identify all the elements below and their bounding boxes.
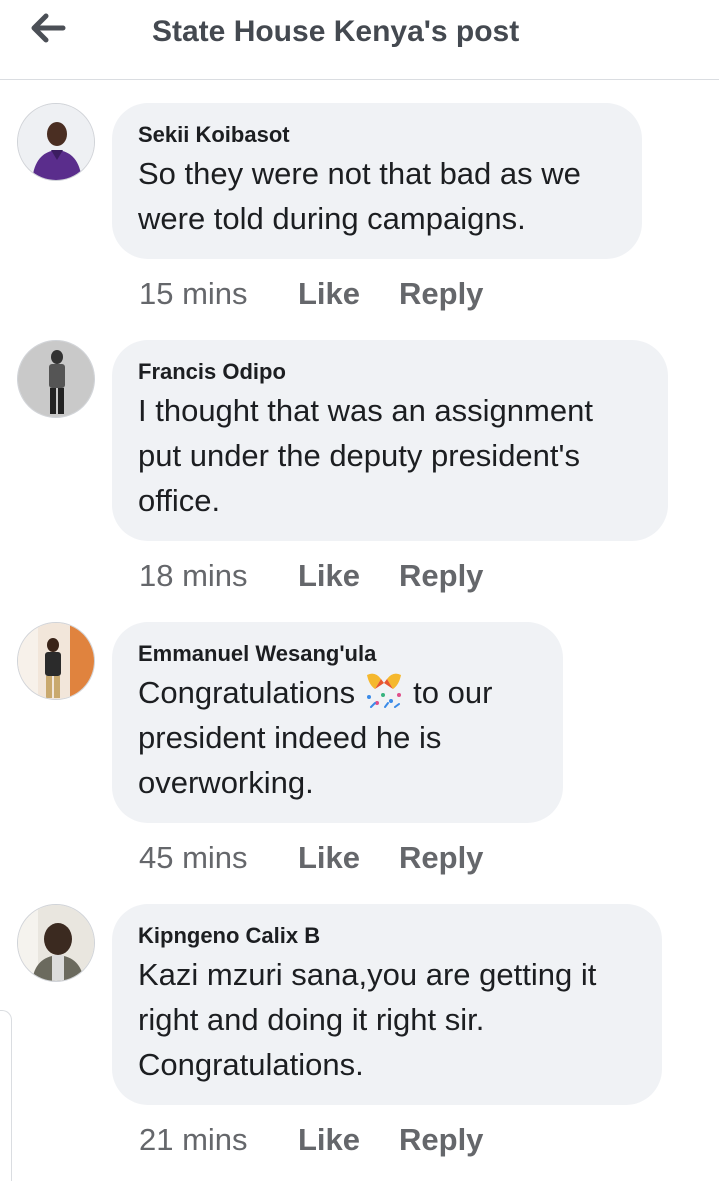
- comment-actions: 45 mins Like Reply: [139, 838, 483, 878]
- comment-actions: 21 mins Like Reply: [139, 1120, 483, 1160]
- comment-text-line: right and doing it right sir.: [138, 1002, 485, 1037]
- comment-text: Congratulations to our president indeed …: [138, 670, 537, 805]
- reply-button[interactable]: Reply: [399, 1120, 483, 1160]
- comment-bubble: Francis Odipo I thought that was an assi…: [112, 340, 668, 541]
- comment-text-line: So they were not that bad as we: [138, 156, 581, 191]
- comment-text-line: Congratulations to our: [138, 670, 537, 715]
- avatar[interactable]: [17, 103, 95, 181]
- comment-actions: 18 mins Like Reply: [139, 556, 483, 596]
- comment-text-line: Congratulations.: [138, 1047, 364, 1082]
- comment-bubble: Kipngeno Calix B Kazi mzuri sana,you are…: [112, 904, 662, 1105]
- comment-timestamp: 15 mins: [139, 276, 248, 311]
- comment-text-line: were told during campaigns.: [138, 201, 526, 236]
- top-bar: State House Kenya's post: [0, 0, 719, 80]
- comment-author[interactable]: Kipngeno Calix B: [138, 922, 636, 950]
- comment-bubble: Emmanuel Wesang'ula Congratulations to o…: [112, 622, 563, 823]
- party-popper-icon: [367, 673, 402, 708]
- comment-text-fragment: to our: [413, 675, 493, 710]
- comment-text-line: president indeed he is: [138, 720, 442, 755]
- comment-text-line: I thought that was an assignment: [138, 393, 593, 428]
- page-title: State House Kenya's post: [152, 15, 520, 48]
- comment-timestamp: 45 mins: [139, 840, 248, 875]
- arrow-left-icon: [31, 13, 66, 43]
- avatar[interactable]: [17, 622, 95, 700]
- reply-button[interactable]: Reply: [399, 556, 483, 596]
- avatar[interactable]: [17, 904, 95, 982]
- comment-author[interactable]: Francis Odipo: [138, 358, 642, 386]
- comment-text: Kazi mzuri sana,you are getting it right…: [138, 952, 636, 1087]
- like-button[interactable]: Like: [298, 838, 399, 878]
- left-panel-edge: [0, 1010, 12, 1181]
- comment-author[interactable]: Emmanuel Wesang'ula: [138, 640, 537, 668]
- comment-text-line: overworking.: [138, 765, 314, 800]
- comment-text-line: Kazi mzuri sana,you are getting it: [138, 957, 597, 992]
- comment-bubble: Sekii Koibasot So they were not that bad…: [112, 103, 642, 259]
- comment-author[interactable]: Sekii Koibasot: [138, 121, 616, 149]
- reply-button[interactable]: Reply: [399, 838, 483, 878]
- comment-timestamp: 21 mins: [139, 1122, 248, 1157]
- comment-text-line: office.: [138, 483, 221, 518]
- like-button[interactable]: Like: [298, 274, 399, 314]
- comment-text-fragment: Congratulations: [138, 675, 356, 710]
- comment-text-line: put under the deputy president's: [138, 438, 580, 473]
- like-button[interactable]: Like: [298, 1120, 399, 1160]
- back-button[interactable]: [26, 10, 70, 46]
- avatar[interactable]: [17, 340, 95, 418]
- comment-actions: 15 mins Like Reply: [139, 274, 483, 314]
- comment-text: So they were not that bad as we were tol…: [138, 151, 616, 241]
- like-button[interactable]: Like: [298, 556, 399, 596]
- comment-text: I thought that was an assignment put und…: [138, 388, 642, 523]
- reply-button[interactable]: Reply: [399, 274, 483, 314]
- comment-timestamp: 18 mins: [139, 558, 248, 593]
